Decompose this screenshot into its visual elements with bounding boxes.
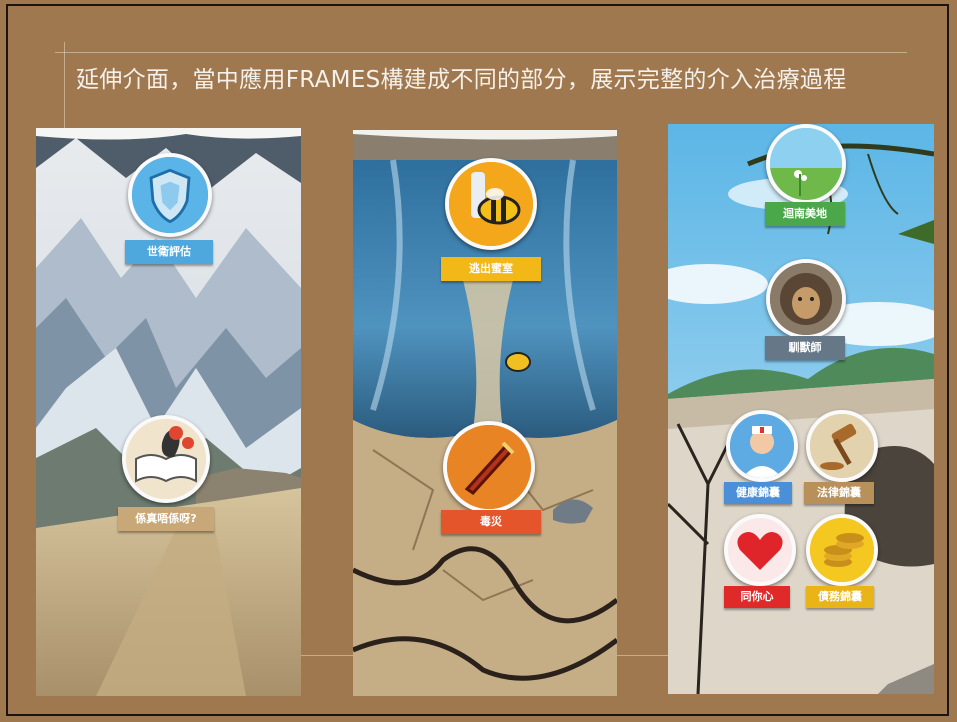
book-question-icon (122, 415, 210, 503)
meadow-icon (766, 124, 846, 204)
nurse-icon (726, 410, 798, 482)
heart-icon (724, 514, 796, 586)
node-label-poison-disaster: 毒災 (441, 510, 541, 534)
app-screen-mountain: 世衛評估 係真唔係呀? (36, 128, 301, 696)
slide-title: 延伸介面，當中應用FRAMES構建成不同的部分，展示完整的介入治療過程 (76, 67, 847, 93)
node-label-true-or-false: 係真唔係呀? (118, 507, 214, 531)
gavel-icon (806, 410, 878, 482)
lion-icon (766, 259, 846, 339)
app-screen-savanna: 迴南美地 馴獸師 健康錦囊 法律錦囊 同你心 債務錦囊 (668, 124, 934, 694)
node-label-health-tips: 健康錦囊 (724, 482, 792, 504)
sword-icon (443, 421, 535, 513)
app-screen-waterfall: 逃出蜜室 毒災 (353, 130, 617, 696)
shield-icon (128, 153, 212, 237)
node-label-debt-tips: 債務錦囊 (806, 586, 874, 608)
node-label-legal-tips: 法律錦囊 (804, 482, 874, 504)
deco-line-left (64, 42, 65, 132)
node-label-who-assessment: 世衛評估 (125, 240, 213, 264)
node-label-with-your-heart: 同你心 (724, 586, 790, 608)
bee-icon (445, 158, 537, 250)
node-label-escape-room: 逃出蜜室 (441, 257, 541, 281)
coins-icon (806, 514, 878, 586)
node-label-beast-tamer: 馴獸師 (765, 336, 845, 360)
node-label-south-america: 迴南美地 (765, 202, 845, 226)
deco-line-top (55, 52, 907, 53)
